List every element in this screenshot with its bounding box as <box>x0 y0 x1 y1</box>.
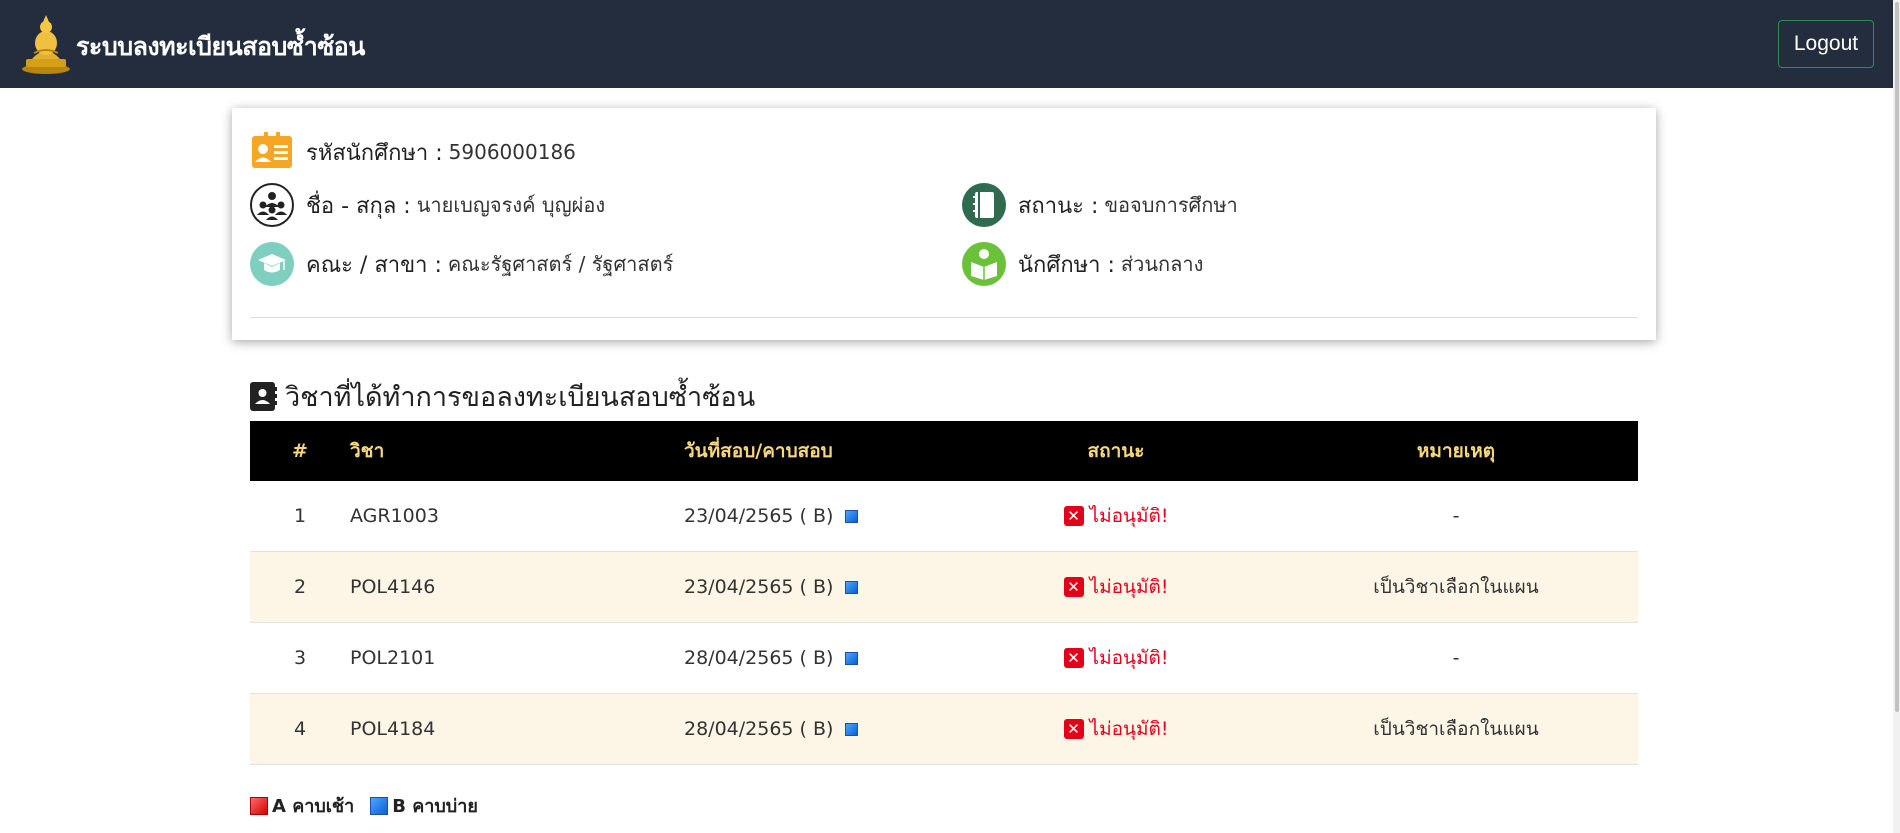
row-date: 28/04/2565 ( B) <box>684 647 834 669</box>
row-status: ไม่อนุมัติ! <box>1089 718 1169 740</box>
row-date-cell: 23/04/2565 ( B) <box>684 576 958 598</box>
navbar: ระบบลงทะเบียนสอบซ้ำซ้อน Logout <box>0 0 1893 88</box>
row-date: 23/04/2565 ( B) <box>684 505 834 527</box>
table-row: 3 POL2101 28/04/2565 ( B) ✕ ไม่อนุมัติ! - <box>250 623 1638 694</box>
graduation-cap-icon <box>250 242 294 286</box>
student-faculty-row: คณะ / สาขา : คณะรัฐศาสตร์ / รัฐศาสตร์ <box>250 242 673 286</box>
row-note: เป็นวิชาเลือกในแผน <box>1373 718 1539 740</box>
row-course: POL4184 <box>350 718 436 740</box>
app-title: ระบบลงทะเบียนสอบซ้ำซ้อน <box>76 32 365 61</box>
row-date: 23/04/2565 ( B) <box>684 576 834 598</box>
row-status: ไม่อนุมัติ! <box>1089 505 1169 527</box>
x-square-icon: ✕ <box>1063 506 1084 526</box>
row-date-cell: 23/04/2565 ( B) <box>684 505 958 527</box>
table-header: # วิชา วันที่สอบ/คาบสอบ สถานะ หมายเหตุ <box>250 421 1638 481</box>
legend-morning: A คาบเช้า <box>272 796 355 817</box>
x-square-icon: ✕ <box>1063 577 1084 597</box>
header-date: วันที่สอบ/คาบสอบ <box>684 440 833 462</box>
table-row: 4 POL4184 28/04/2565 ( B) ✕ ไม่อนุมัติ! เ… <box>250 694 1638 765</box>
row-note: - <box>1452 505 1460 527</box>
student-status-row: สถานะ : ขอจบการศึกษา <box>962 183 1238 227</box>
blue-square-icon <box>845 510 859 523</box>
red-square-icon <box>250 796 268 815</box>
row-no: 4 <box>293 718 307 740</box>
header-status: สถานะ <box>1087 440 1145 462</box>
student-status-label: สถานะ : <box>1018 193 1099 219</box>
row-note: เป็นวิชาเลือกในแผน <box>1373 576 1539 598</box>
logout-button[interactable]: Logout <box>1778 20 1874 68</box>
blue-square-icon <box>845 652 859 665</box>
student-id-row: รหัสนักศึกษา : 5906000186 <box>250 130 576 174</box>
table-row: 2 POL4146 23/04/2565 ( B) ✕ ไม่อนุมัติ! เ… <box>250 552 1638 623</box>
x-square-icon: ✕ <box>1063 719 1084 739</box>
blue-square-icon <box>845 581 859 594</box>
row-status-cell: ✕ ไม่อนุมัติ! <box>958 714 1274 744</box>
row-status-cell: ✕ ไม่อนุมัติ! <box>958 501 1274 531</box>
student-status-value: ขอจบการศึกษา <box>1104 193 1238 217</box>
student-reading-icon <box>962 242 1006 286</box>
student-id-value: 5906000186 <box>448 140 576 164</box>
header-note: หมายเหตุ <box>1416 440 1496 462</box>
student-faculty-label: คณะ / สาขา : <box>306 252 442 278</box>
address-book-icon <box>250 382 277 411</box>
student-faculty-value: คณะรัฐศาสตร์ / รัฐศาสตร์ <box>447 252 674 276</box>
header-no: # <box>292 440 308 462</box>
row-date: 28/04/2565 ( B) <box>684 718 834 740</box>
row-no: 3 <box>293 647 307 669</box>
row-no: 1 <box>293 505 307 527</box>
section-title: วิชาที่ได้ทำการขอลงทะเบียนสอบซ้ำซ้อน <box>285 382 756 413</box>
row-date-cell: 28/04/2565 ( B) <box>684 718 958 740</box>
student-type-row: นักศึกษา : ส่วนกลาง <box>962 242 1203 286</box>
period-legend: A คาบเช้า B คาบบ่าย <box>250 791 494 820</box>
row-status: ไม่อนุมัติ! <box>1089 576 1169 598</box>
x-square-icon: ✕ <box>1063 648 1084 668</box>
courses-table: # วิชา วันที่สอบ/คาบสอบ สถานะ หมายเหตุ 1… <box>250 421 1638 765</box>
row-status-cell: ✕ ไม่อนุมัติ! <box>958 572 1274 602</box>
row-date-cell: 28/04/2565 ( B) <box>684 647 958 669</box>
student-type-label: นักศึกษา : <box>1018 252 1115 278</box>
student-type-value: ส่วนกลาง <box>1120 252 1204 276</box>
temple-logo-icon <box>22 15 70 74</box>
student-name-value: นายเบญจรงค์ บุญผ่อง <box>416 193 606 217</box>
student-name-row: ชื่อ - สกุล : นายเบญจรงค์ บุญผ่อง <box>250 183 605 227</box>
row-course: POL2101 <box>350 647 436 669</box>
student-id-label: รหัสนักศึกษา : <box>306 140 443 166</box>
id-card-icon <box>252 132 292 168</box>
student-name-label: ชื่อ - สกุล : <box>306 193 411 219</box>
blue-square-icon <box>845 723 859 736</box>
people-group-icon <box>250 183 294 227</box>
row-note: - <box>1452 647 1460 669</box>
scrollbar-thumb[interactable] <box>1895 2 1899 712</box>
notebook-icon <box>962 183 1006 227</box>
divider <box>250 317 1638 318</box>
legend-afternoon: B คาบบ่าย <box>392 796 478 817</box>
row-course: POL4146 <box>350 576 436 598</box>
row-status: ไม่อนุมัติ! <box>1089 647 1169 669</box>
row-no: 2 <box>293 576 307 598</box>
blue-square-icon <box>370 796 389 815</box>
row-course: AGR1003 <box>350 505 439 527</box>
student-info-card: รหัสนักศึกษา : 5906000186 ชื่อ - สกุล : … <box>232 108 1656 340</box>
row-status-cell: ✕ ไม่อนุมัติ! <box>958 643 1274 673</box>
section-heading: วิชาที่ได้ทำการขอลงทะเบียนสอบซ้ำซ้อน <box>250 375 755 418</box>
table-row: 1 AGR1003 23/04/2565 ( B) ✕ ไม่อนุมัติ! - <box>250 481 1638 552</box>
header-course: วิชา <box>350 440 385 462</box>
